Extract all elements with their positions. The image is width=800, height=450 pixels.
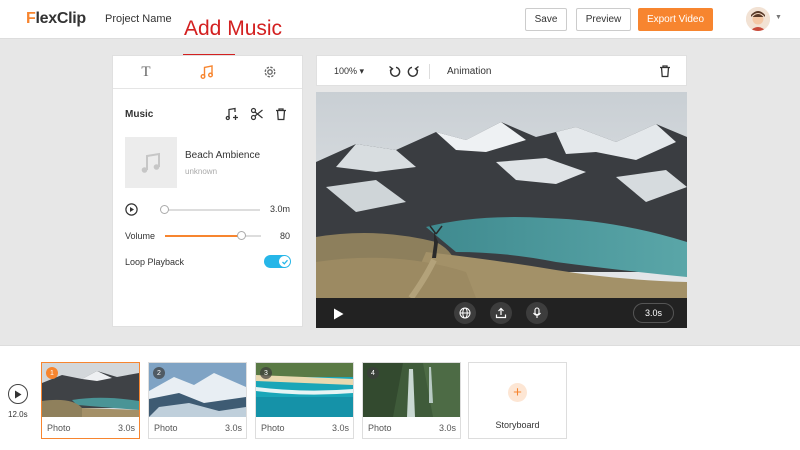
storyboard-label: Storyboard (495, 420, 540, 430)
music-thumbnail (125, 137, 177, 188)
storyboard-play-button[interactable] (8, 384, 28, 404)
mountain-lake-photo (316, 92, 687, 298)
upload-icon (495, 307, 507, 319)
loop-playback-toggle[interactable] (264, 255, 291, 268)
add-music-icon (225, 107, 238, 121)
record-voice-button[interactable] (526, 302, 548, 324)
globe-icon (459, 307, 471, 319)
save-button[interactable]: Save (525, 8, 567, 31)
video-controls: 3.0s (316, 298, 687, 328)
replace-music-button[interactable] (225, 107, 239, 121)
volume-slider-fill (165, 235, 242, 237)
music-note-icon (200, 65, 213, 79)
delete-scene-button[interactable] (658, 64, 672, 78)
scene-duration-pill[interactable]: 3.0s (633, 303, 674, 323)
user-avatar-icon (746, 7, 770, 31)
play-icon (334, 308, 344, 320)
play-circle-icon (125, 203, 138, 216)
tab-settings[interactable] (260, 62, 280, 82)
volume-value: 80 (280, 231, 291, 241)
video-play-button[interactable] (333, 307, 344, 320)
video-canvas[interactable] (316, 92, 687, 298)
add-scene-button[interactable]: + Storyboard (468, 362, 567, 439)
undo-button[interactable] (388, 65, 401, 78)
scene-clip-1[interactable]: 1 Photo 3.0s (41, 362, 140, 439)
top-bar: FlexClip Project Name Save Preview Expor… (0, 0, 800, 39)
undo-icon (389, 65, 401, 77)
clip-duration: 3.0s (224, 423, 242, 433)
panel-tabs: T (113, 56, 302, 89)
volume-slider-handle[interactable] (237, 231, 247, 240)
trash-icon (276, 108, 286, 121)
toggle-knob (279, 256, 290, 267)
gear-icon (264, 66, 276, 78)
scene-clip-4[interactable]: 4 Photo 3.0s (362, 362, 461, 439)
scene-clip-3[interactable]: 3 Photo 3.0s (255, 362, 354, 439)
project-name[interactable]: Project Name (105, 13, 172, 25)
tab-music[interactable] (197, 62, 217, 82)
clip-duration: 3.0s (331, 423, 349, 433)
clip-duration: 3.0s (117, 423, 135, 433)
scissors-icon (250, 107, 263, 121)
music-placeholder-icon (141, 152, 160, 173)
tab-text[interactable]: T (136, 62, 156, 82)
music-progress-track[interactable] (163, 209, 260, 211)
trash-icon (660, 65, 670, 78)
language-button[interactable] (454, 302, 476, 324)
track-name: Beach Ambience (185, 150, 261, 161)
clip-number: 4 (367, 367, 379, 379)
text-icon: T (141, 63, 151, 80)
delete-music-button[interactable] (274, 107, 288, 121)
flexclip-logo[interactable]: FlexClip (26, 10, 86, 28)
zoom-dropdown[interactable]: 100% ▾ (334, 66, 364, 77)
account-caret-icon[interactable]: ▼ (775, 14, 782, 21)
total-duration: 12.0s (8, 410, 28, 419)
avatar[interactable] (746, 7, 770, 31)
redo-icon (407, 65, 419, 77)
toolbar-divider (429, 64, 430, 79)
track-artist: unknown (185, 167, 218, 176)
volume-label: Volume (125, 231, 156, 241)
loop-playback-label: Loop Playback (125, 257, 185, 267)
clip-type: Photo (154, 423, 178, 433)
clip-duration: 3.0s (438, 423, 456, 433)
scene-clip-2[interactable]: 2 Photo 3.0s (148, 362, 247, 439)
music-duration: 3.0m (270, 204, 291, 214)
music-section-title: Music (125, 109, 154, 120)
storyboard-bar: 12.0s 1 Photo 3.0s 2 Photo 3.0s 3 Photo … (0, 345, 800, 450)
play-icon (15, 390, 22, 398)
redo-button[interactable] (407, 65, 420, 78)
microphone-icon (533, 307, 541, 318)
clip-type: Photo (47, 423, 71, 433)
check-icon (281, 259, 288, 265)
music-play-button[interactable] (125, 203, 138, 216)
music-progress-handle[interactable] (160, 205, 169, 214)
trim-music-button[interactable] (250, 107, 264, 121)
annotation-add-music: Add Music (184, 17, 283, 40)
clip-type: Photo (368, 423, 392, 433)
upload-button[interactable] (490, 302, 512, 324)
plus-icon: + (508, 383, 527, 402)
clip-number: 1 (46, 367, 58, 379)
export-video-button[interactable]: Export Video (638, 8, 713, 31)
editor-toolbar: 100% ▾ Animation (316, 55, 687, 86)
animation-button[interactable]: Animation (447, 66, 491, 77)
preview-button[interactable]: Preview (576, 8, 631, 31)
music-panel: T Music Beach Ambience unknown 3.0m Volu… (112, 55, 303, 327)
clip-number: 3 (260, 367, 272, 379)
clip-type: Photo (261, 423, 285, 433)
clip-number: 2 (153, 367, 165, 379)
